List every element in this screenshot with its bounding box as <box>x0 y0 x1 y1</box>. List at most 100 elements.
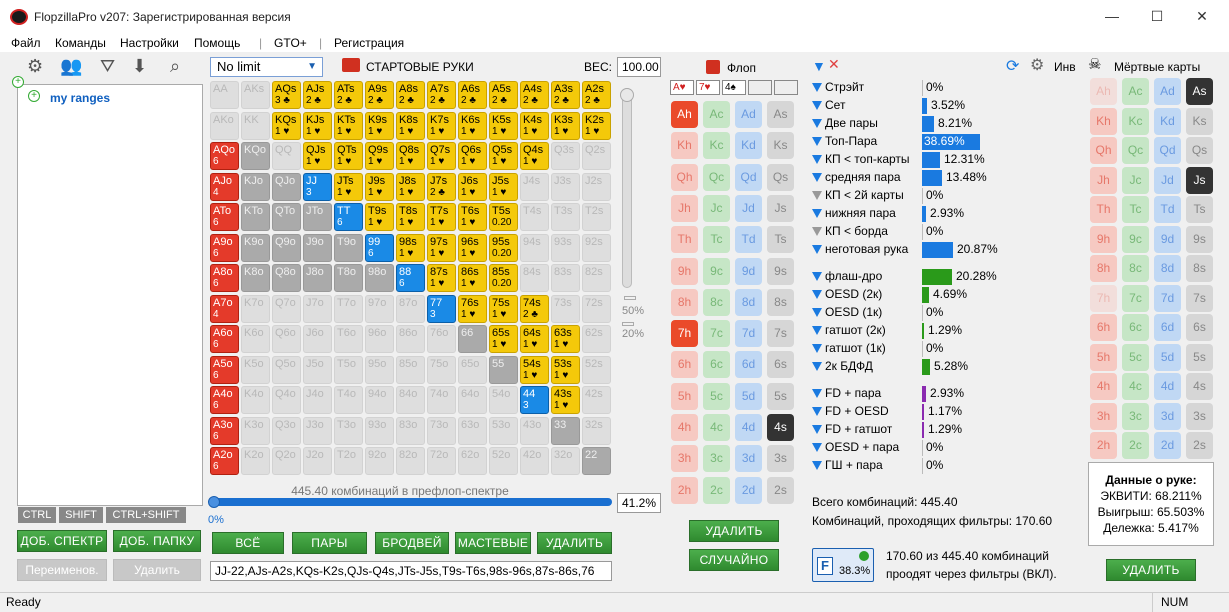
filter-row[interactable]: гатшот (2к) <box>812 323 886 337</box>
dead-card[interactable]: 7h <box>1090 284 1117 312</box>
tree-node-expand-icon[interactable]: + <box>28 90 40 102</box>
hand-cell[interactable]: J2s <box>582 172 611 201</box>
filter-row[interactable]: Сет <box>812 98 845 112</box>
hand-cell[interactable]: Q9o <box>272 233 301 262</box>
menu-registration[interactable]: Регистрация <box>334 36 404 50</box>
dead-card[interactable]: 2s <box>1186 432 1213 459</box>
hand-cell[interactable]: AKs <box>241 81 270 109</box>
flop-card[interactable]: Ah <box>671 101 698 128</box>
hand-cell[interactable]: 82o <box>396 447 425 475</box>
hand-cell[interactable]: J7o <box>303 294 332 323</box>
flop-card[interactable]: 3d <box>735 445 762 473</box>
tree-expand-icon[interactable]: + <box>12 76 24 88</box>
filter-funnel-icon[interactable] <box>812 308 822 317</box>
hand-cell[interactable]: 97s 1 ♥ <box>427 233 456 262</box>
hand-cell[interactable]: 85s 0.20 <box>489 264 518 292</box>
dead-card[interactable]: Td <box>1154 196 1181 223</box>
hand-cell[interactable]: 86o <box>396 325 425 353</box>
hand-cell[interactable]: Q7o <box>272 294 301 323</box>
hand-cell[interactable]: 63s 1 ♥ <box>551 325 580 353</box>
hand-cell[interactable]: T7s 1 ♥ <box>427 203 456 231</box>
hand-cell[interactable]: 63o <box>458 416 487 445</box>
hand-cell[interactable]: 95s 0.20 <box>489 233 518 262</box>
hand-cell[interactable]: T2s <box>582 203 611 231</box>
tree-node-my-ranges[interactable]: my ranges <box>50 91 110 105</box>
hand-cell[interactable]: K5o <box>241 355 270 384</box>
dead-card[interactable]: 2h <box>1090 432 1117 459</box>
menu-settings[interactable]: Настройки <box>120 36 179 50</box>
filter-funnel-icon[interactable] <box>812 155 822 164</box>
dead-card[interactable]: Ts <box>1186 196 1213 223</box>
filter-add-icon[interactable]: ⛛ <box>100 56 115 77</box>
hand-cell[interactable]: A8s 2 ♣ <box>396 81 425 109</box>
hand-cell[interactable]: KTs 1 ♥ <box>334 111 363 140</box>
filter-row[interactable]: КП < 2й карты <box>812 188 904 202</box>
weight-slider[interactable] <box>622 88 632 288</box>
hand-cell[interactable]: KJo <box>241 172 270 201</box>
hand-cell[interactable]: 55 <box>489 355 518 384</box>
hand-cell[interactable]: Q8s 1 ♥ <box>396 142 425 170</box>
hand-cell[interactable]: 98o <box>365 264 394 292</box>
flop-random-button[interactable]: СЛУЧАЙНО <box>689 549 779 571</box>
hand-cell[interactable]: ATs 2 ♣ <box>334 81 363 109</box>
users-icon[interactable]: 👥 <box>60 56 82 77</box>
dead-card[interactable]: 4c <box>1122 373 1149 400</box>
flop-card[interactable]: 6d <box>735 351 762 379</box>
dead-card[interactable]: 8s <box>1186 255 1213 282</box>
close-icon[interactable]: ✕ <box>1190 8 1214 25</box>
hand-cell[interactable]: A4s 2 ♣ <box>520 81 549 109</box>
hand-cell[interactable]: K4o <box>241 386 270 414</box>
flop-card[interactable]: 3h <box>671 445 698 473</box>
hand-cell[interactable]: T7o <box>334 294 363 323</box>
add-range-button[interactable]: ДОБ. СПЕКТР <box>17 530 107 552</box>
hand-cell[interactable]: ATo 6 <box>210 203 239 231</box>
hand-cell[interactable]: 43s 1 ♥ <box>551 386 580 414</box>
hand-cell[interactable]: QJo <box>272 172 301 201</box>
dead-card[interactable]: Kc <box>1122 107 1149 135</box>
filter-funnel-icon[interactable] <box>812 119 822 128</box>
hand-cell[interactable]: 74s 2 ♣ <box>520 294 549 323</box>
dead-card[interactable]: 9s <box>1186 225 1213 253</box>
hand-cell[interactable]: Q4o <box>272 386 301 414</box>
hand-cell[interactable]: 52o <box>489 447 518 475</box>
hand-cell[interactable]: 83o <box>396 416 425 445</box>
hand-cell[interactable]: Q6o <box>272 325 301 353</box>
dead-card[interactable]: Kd <box>1154 107 1181 135</box>
flop-card[interactable]: Qd <box>735 163 762 191</box>
hand-cell[interactable]: Q3o <box>272 416 301 445</box>
dead-card[interactable]: 5h <box>1090 343 1117 371</box>
hand-cell[interactable]: JTs 1 ♥ <box>334 172 363 201</box>
hand-cell[interactable]: T3s <box>551 203 580 231</box>
dead-card[interactable]: Th <box>1090 196 1117 223</box>
menu-help[interactable]: Помощь <box>194 36 240 50</box>
hand-cell[interactable]: A5o 6 <box>210 355 239 384</box>
maximize-icon[interactable]: ☐ <box>1145 8 1169 25</box>
dead-card[interactable]: 4h <box>1090 373 1117 400</box>
hand-cell[interactable]: 72s <box>582 294 611 323</box>
hand-cell[interactable]: 66 <box>458 325 487 353</box>
flop-card[interactable]: As <box>767 101 794 128</box>
hand-cell[interactable]: 42s <box>582 386 611 414</box>
flop-card[interactable]: Tc <box>703 226 730 254</box>
flop-card[interactable]: 5s <box>767 382 794 410</box>
range-percent-input[interactable]: 41.2% <box>617 493 661 513</box>
hand-cell[interactable]: 84o <box>396 386 425 414</box>
flop-card[interactable]: 7d <box>735 320 762 348</box>
menu-gto[interactable]: GTO+ <box>274 36 307 50</box>
filter-row[interactable]: флаш-дро <box>812 269 882 283</box>
filter-row[interactable]: КП < топ-карты <box>812 152 910 166</box>
filter-status-box[interactable]: F 38.3% <box>812 548 874 582</box>
hand-cell[interactable]: T4o <box>334 386 363 414</box>
hand-cell[interactable]: T2o <box>334 447 363 475</box>
hand-cell[interactable]: 73s <box>551 294 580 323</box>
hand-cell[interactable]: K7o <box>241 294 270 323</box>
dead-card[interactable]: Qc <box>1122 137 1149 164</box>
add-folder-button[interactable]: ДОБ. ПАПКУ <box>113 530 201 552</box>
select-all-button[interactable]: ВСЁ <box>212 532 284 554</box>
flop-card[interactable]: Ts <box>767 226 794 254</box>
hand-cell[interactable]: KQs 1 ♥ <box>272 111 301 140</box>
hand-cell[interactable]: T3o <box>334 416 363 445</box>
dead-card[interactable]: Tc <box>1122 196 1149 223</box>
hand-cell[interactable]: Q5o <box>272 355 301 384</box>
range-percent-slider[interactable] <box>210 498 612 506</box>
